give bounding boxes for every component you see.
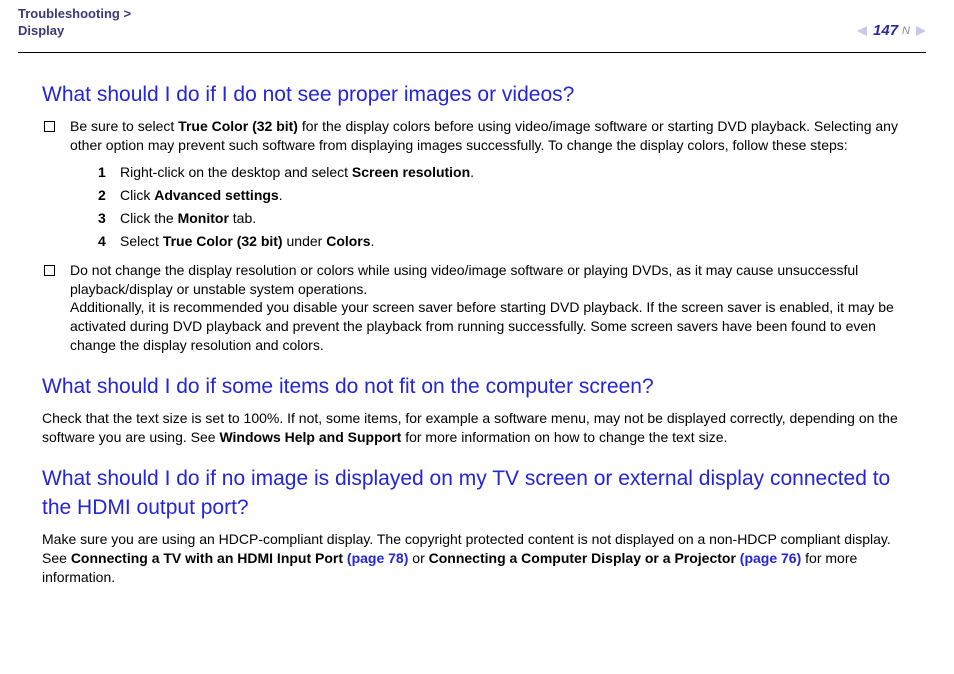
text: or — [408, 550, 428, 566]
text: Do not change the display resolution or … — [70, 262, 858, 297]
page-number-nav: 147 N — [857, 22, 926, 39]
content: What should I do if I do not see proper … — [0, 53, 954, 587]
page-link-78[interactable]: (page 78) — [347, 550, 408, 566]
heading-q2: What should I do if some items do not fi… — [42, 373, 912, 401]
prev-page-icon[interactable] — [857, 26, 867, 36]
text: . — [470, 164, 474, 180]
link-text-bold: Connecting a TV with an HDMI Input Port — [71, 550, 347, 566]
text-bold: True Color (32 bit) — [178, 118, 298, 134]
q1-step-2: Click Advanced settings. — [98, 186, 912, 205]
q1-step-4: Select True Color (32 bit) under Colors. — [98, 232, 912, 251]
text-bold: True Color (32 bit) — [163, 233, 283, 249]
breadcrumb: Troubleshooting > Display — [18, 6, 912, 40]
text: . — [279, 187, 283, 203]
q1-bullet-list: Be sure to select True Color (32 bit) fo… — [42, 117, 912, 355]
page: Troubleshooting > Display 147 N What sho… — [0, 0, 954, 674]
text: Right-click on the desktop and select — [120, 164, 352, 180]
breadcrumb-section: Troubleshooting — [18, 6, 120, 21]
text: Click the — [120, 210, 178, 226]
q1-step-1: Right-click on the desktop and select Sc… — [98, 163, 912, 182]
q1-bullet-1: Be sure to select True Color (32 bit) fo… — [42, 117, 912, 250]
page-n-label: N — [902, 25, 910, 37]
q2-body: Check that the text size is set to 100%.… — [42, 409, 912, 447]
text-bold: Colors — [326, 233, 370, 249]
text-bold: Advanced settings — [154, 187, 278, 203]
text-bold: Screen resolution — [352, 164, 470, 180]
q1-steps: Right-click on the desktop and select Sc… — [70, 163, 912, 251]
text: tab. — [229, 210, 256, 226]
text: under — [283, 233, 327, 249]
text: for more information on how to change th… — [401, 429, 727, 445]
text: Select — [120, 233, 163, 249]
text: Click — [120, 187, 154, 203]
q1-bullet-2: Do not change the display resolution or … — [42, 261, 912, 355]
breadcrumb-separator: > — [120, 6, 131, 21]
q3-body: Make sure you are using an HDCP-complian… — [42, 530, 912, 587]
header: Troubleshooting > Display 147 N — [0, 0, 954, 52]
text: Additionally, it is recommended you disa… — [70, 299, 894, 353]
link-text-bold: Connecting a Computer Display or a Proje… — [429, 550, 740, 566]
text: . — [371, 233, 375, 249]
next-page-icon[interactable] — [916, 26, 926, 36]
breadcrumb-page: Display — [18, 23, 64, 38]
heading-q1: What should I do if I do not see proper … — [42, 81, 912, 109]
heading-q3: What should I do if no image is displaye… — [42, 465, 912, 522]
page-link-76[interactable]: (page 76) — [740, 550, 801, 566]
q1-step-3: Click the Monitor tab. — [98, 209, 912, 228]
page-number: 147 — [873, 22, 898, 39]
text-bold: Monitor — [178, 210, 229, 226]
text-bold: Windows Help and Support — [219, 429, 401, 445]
text: Be sure to select — [70, 118, 178, 134]
